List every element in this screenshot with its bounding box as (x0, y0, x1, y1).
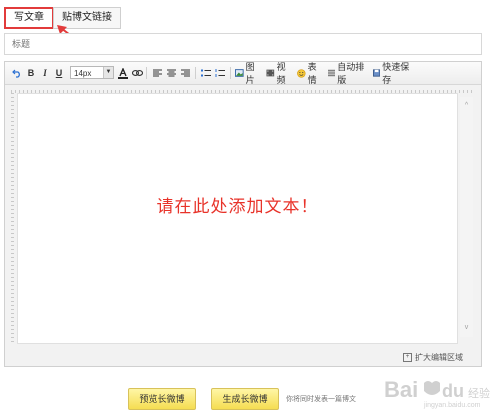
svg-text:du: du (442, 381, 464, 401)
baidu-jingyan-watermark-logo: Bai du 经验 jingyan.baidu.com (384, 377, 490, 409)
auto-layout-label: 自动排版 (337, 62, 365, 85)
emoji-label: 表情 (307, 62, 317, 85)
insert-video-button[interactable]: 视频 (266, 62, 294, 85)
expand-editor-label: 扩大编辑区域 (415, 353, 463, 362)
auto-layout-button[interactable]: 自动排版 (328, 62, 370, 85)
smiley-icon (297, 68, 306, 78)
expand-editor-button[interactable]: + 扩大编辑区域 (403, 352, 463, 363)
vertical-ruler (11, 93, 16, 343)
numbered-list-icon[interactable] (214, 66, 226, 80)
font-size-value: 14px (74, 69, 92, 78)
toolbar-divider (195, 67, 196, 79)
generate-long-weibo-button[interactable]: 生成长微博 (211, 388, 279, 410)
chevron-down-icon: ▼ (103, 67, 113, 78)
tab-write-article[interactable]: 写文章 (4, 7, 54, 29)
italic-button[interactable]: I (39, 66, 51, 80)
quick-save-button[interactable]: 快速保存 (373, 62, 415, 85)
title-input[interactable] (4, 33, 482, 55)
video-label: 视频 (276, 62, 286, 85)
align-left-icon[interactable] (151, 66, 163, 80)
video-icon (266, 69, 275, 77)
publish-hint-text: 你将同时发表一篇博文 (286, 396, 356, 403)
image-icon (235, 69, 244, 77)
svg-text:Bai: Bai (384, 377, 418, 402)
save-icon (373, 69, 381, 77)
expand-icon: + (403, 353, 412, 362)
undo-icon[interactable] (11, 66, 23, 80)
svg-text:经验: 经验 (468, 386, 490, 400)
bold-button[interactable]: B (25, 66, 37, 80)
insert-emoji-button[interactable]: 表情 (297, 62, 325, 85)
font-color-icon[interactable] (117, 66, 129, 80)
editor-content-area[interactable]: 请在此处添加文本！ (17, 93, 458, 344)
underline-button[interactable]: U (53, 66, 65, 80)
rich-text-editor: B I U 14px ▼ 图片 视频 表情 自动排版 快速保存 请在此处添加文本… (4, 61, 482, 367)
editor-placeholder-text: 请在此处添加文本！ (156, 197, 319, 217)
preview-long-weibo-button[interactable]: 预览长微博 (128, 388, 196, 410)
editor-toolbar: B I U 14px ▼ 图片 视频 表情 自动排版 快速保存 (5, 62, 481, 85)
toolbar-divider (230, 67, 231, 79)
toolbar-divider (146, 67, 147, 79)
align-center-icon[interactable] (165, 66, 177, 80)
bullet-list-icon[interactable] (200, 66, 212, 80)
editor-scrollbar[interactable]: ^ v (460, 97, 473, 337)
align-right-icon[interactable] (179, 66, 191, 80)
scroll-up-icon[interactable]: ^ (460, 100, 473, 112)
link-icon[interactable] (131, 66, 143, 80)
horizontal-ruler (11, 85, 473, 93)
layout-icon (328, 69, 336, 77)
scroll-down-icon[interactable]: v (460, 322, 473, 334)
insert-image-button[interactable]: 图片 (235, 62, 263, 85)
svg-text:jingyan.baidu.com: jingyan.baidu.com (423, 402, 481, 409)
font-size-select[interactable]: 14px ▼ (70, 66, 114, 79)
image-label: 图片 (245, 62, 255, 85)
quick-save-label: 快速保存 (382, 62, 410, 85)
